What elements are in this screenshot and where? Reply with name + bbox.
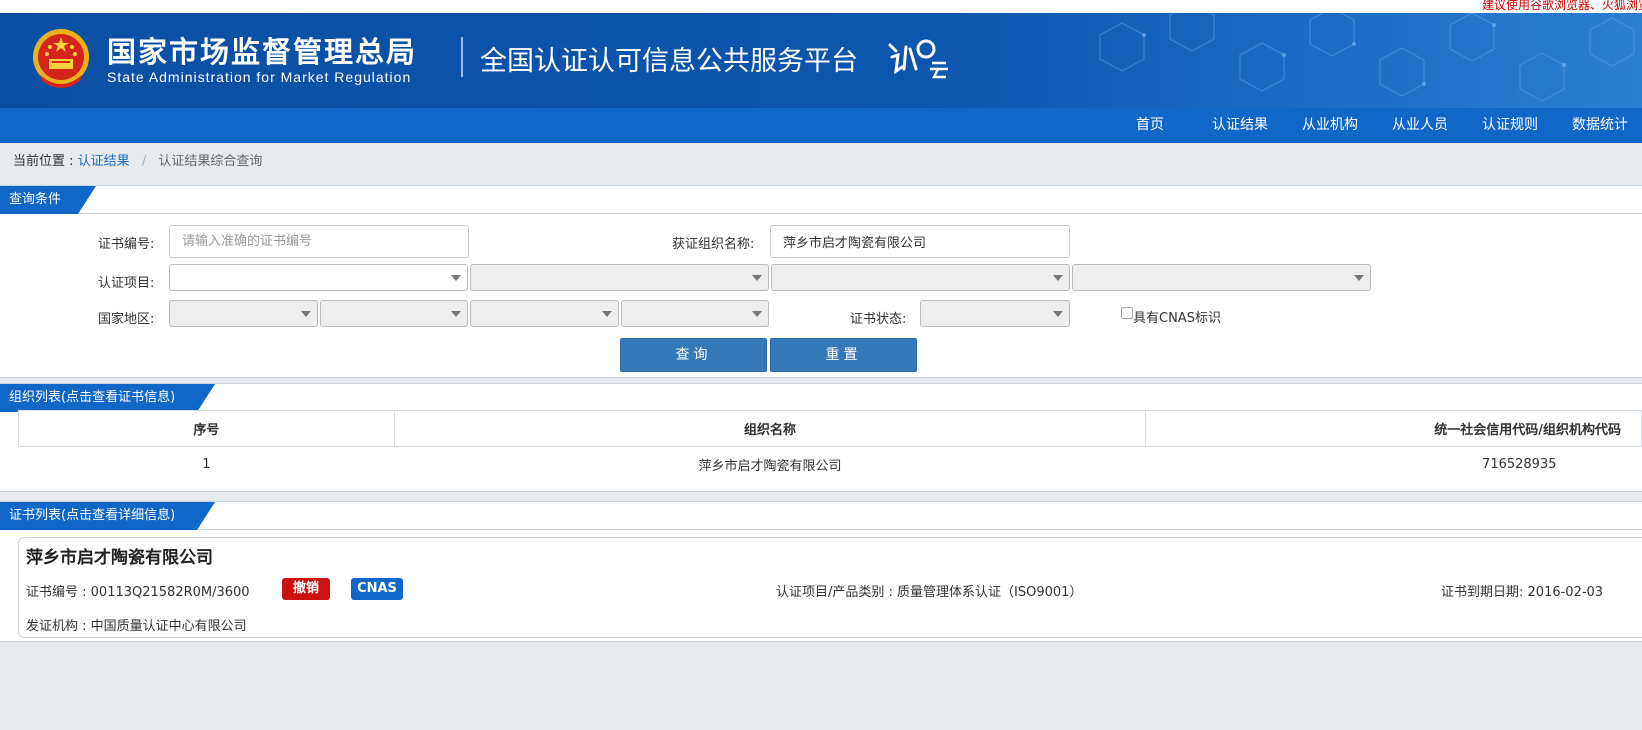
cert-project-label: 认证项目/产品类别 :	[776, 585, 893, 600]
query-panel-header: 查询条件	[0, 186, 1642, 214]
chevron-down-icon	[1053, 311, 1063, 317]
national-emblem-icon	[33, 29, 89, 88]
cert-project-field: 认证项目/产品类别 : 质量管理体系认证（ISO9001）	[776, 581, 1082, 600]
org-list-panel: 组织列表(点击查看证书信息) 序号 组织名称 统一社会信用代码/组织机构代码 1…	[0, 383, 1642, 492]
query-section-title: 查询条件	[0, 186, 96, 214]
region-select-4[interactable]	[621, 300, 769, 327]
org-table: 序号 组织名称 统一社会信用代码/组织机构代码 1 萍乡市启才陶瓷有限公司 71…	[18, 410, 1642, 483]
org-table-header-row: 序号 组织名称 统一社会信用代码/组织机构代码	[18, 410, 1642, 447]
project-label: 认证项目:	[98, 276, 155, 291]
chevron-down-icon	[451, 311, 461, 317]
project-select-3[interactable]	[771, 264, 1070, 291]
cnas-badge: CNAS	[351, 578, 403, 600]
breadcrumb-link-cert-results[interactable]: 认证结果	[78, 154, 130, 169]
region-select-2[interactable]	[320, 300, 468, 327]
col-header-credit-code: 统一社会信用代码/组织机构代码	[1145, 410, 1642, 447]
chevron-down-icon	[602, 311, 612, 317]
hexagon-pattern-icon	[1099, 13, 1635, 102]
cert-issuer-label: 发证机构 :	[26, 619, 87, 634]
col-header-org-name: 组织名称	[393, 410, 1147, 447]
org-name-en: State Administration for Market Regulati…	[107, 69, 412, 85]
nav-item-institutions[interactable]: 从业机构	[1302, 108, 1358, 143]
chevron-down-icon	[752, 275, 762, 281]
cnas-checkbox[interactable]	[1121, 307, 1133, 319]
renyun-logo-icon	[888, 39, 948, 79]
platform-title: 全国认证认可信息公共服务平台	[480, 46, 858, 77]
status-label: 证书状态:	[850, 312, 907, 327]
search-button[interactable]: 查询	[620, 338, 767, 372]
col-header-index: 序号	[18, 410, 395, 447]
region-select-3[interactable]	[470, 300, 619, 327]
breadcrumb-prefix: 当前位置 :	[13, 154, 74, 169]
browser-notice-bar: 建议使用谷歌浏览器、火狐浏览器	[0, 0, 1642, 13]
browser-notice-text: 建议使用谷歌浏览器、火狐浏览器	[1481, 0, 1642, 12]
cert-list-panel-header: 证书列表(点击查看详细信息)	[0, 502, 1642, 530]
query-panel: 查询条件 证书编号: 获证组织名称: 认证项目: 国家地区: 证书状态: 具有C…	[0, 185, 1642, 378]
cert-no-field-label: 证书编号 :	[26, 585, 87, 600]
cert-project-value: 质量管理体系认证（ISO9001）	[897, 585, 1083, 600]
region-select-1[interactable]	[169, 300, 318, 327]
table-row[interactable]: 1 萍乡市启才陶瓷有限公司 716528935	[18, 446, 1642, 483]
chevron-down-icon	[451, 275, 461, 281]
header-divider	[461, 37, 463, 77]
org-name-input[interactable]	[770, 225, 1070, 258]
status-badge-revoked: 撤销	[282, 578, 330, 600]
cert-issuer-field: 发证机构 : 中国质量认证中心有限公司	[26, 615, 247, 634]
cert-no-input[interactable]	[169, 225, 469, 258]
org-list-panel-header: 组织列表(点击查看证书信息)	[0, 384, 1642, 412]
nav-item-home[interactable]: 首页	[1136, 108, 1164, 143]
chevron-down-icon	[1354, 275, 1364, 281]
breadcrumb-separator: /	[141, 154, 147, 169]
nav-item-rules[interactable]: 认证规则	[1482, 108, 1538, 143]
chevron-down-icon	[752, 311, 762, 317]
org-list-section-title: 组织列表(点击查看证书信息)	[0, 384, 215, 412]
cell-credit-code: 716528935	[1145, 446, 1642, 483]
project-select-4[interactable]	[1072, 264, 1371, 291]
nav-item-cert-results[interactable]: 认证结果	[1212, 108, 1268, 143]
cert-list-panel: 证书列表(点击查看详细信息) 萍乡市启才陶瓷有限公司 证书编号 : 00113Q…	[0, 501, 1642, 642]
cert-expiry-label: 证书到期日期:	[1441, 585, 1524, 600]
cert-expiry-value: 2016-02-03	[1527, 585, 1604, 600]
cert-no-value: 00113Q21582R0M/3600	[90, 585, 250, 600]
org-name-label: 获证组织名称:	[672, 237, 755, 252]
chevron-down-icon	[301, 311, 311, 317]
reset-button[interactable]: 重置	[770, 338, 917, 372]
cert-card[interactable]: 萍乡市启才陶瓷有限公司 证书编号 : 00113Q21582R0M/3600 撤…	[18, 537, 1642, 638]
breadcrumb: 当前位置 : 认证结果 / 认证结果综合查询	[13, 150, 262, 169]
project-select-1[interactable]	[169, 264, 468, 291]
site-header: 国家市场监督管理总局 State Administration for Mark…	[0, 13, 1642, 108]
nav-item-statistics[interactable]: 数据统计	[1572, 108, 1628, 143]
region-label: 国家地区:	[98, 312, 155, 327]
project-select-2[interactable]	[470, 264, 769, 291]
cnas-checkbox-label: 具有CNAS标识	[1133, 311, 1221, 326]
cert-no-field: 证书编号 : 00113Q21582R0M/3600	[26, 581, 250, 600]
cert-org-name: 萍乡市启才陶瓷有限公司	[26, 548, 213, 568]
cert-list-section-title: 证书列表(点击查看详细信息)	[0, 502, 215, 530]
cert-issuer-value: 中国质量认证中心有限公司	[90, 619, 247, 634]
org-name-cn: 国家市场监督管理总局	[107, 35, 418, 69]
status-select[interactable]	[920, 300, 1070, 327]
nav-item-personnel[interactable]: 从业人员	[1392, 108, 1448, 143]
chevron-down-icon	[1053, 275, 1063, 281]
cell-org-name[interactable]: 萍乡市启才陶瓷有限公司	[394, 446, 1146, 483]
cert-no-label: 证书编号:	[98, 237, 155, 252]
cert-expiry-field: 证书到期日期: 2016-02-03	[1441, 581, 1603, 600]
main-nav: 首页 认证结果 从业机构 从业人员 认证规则 数据统计	[0, 108, 1642, 143]
cell-index: 1	[18, 446, 395, 483]
breadcrumb-current: 认证结果综合查询	[158, 154, 263, 169]
